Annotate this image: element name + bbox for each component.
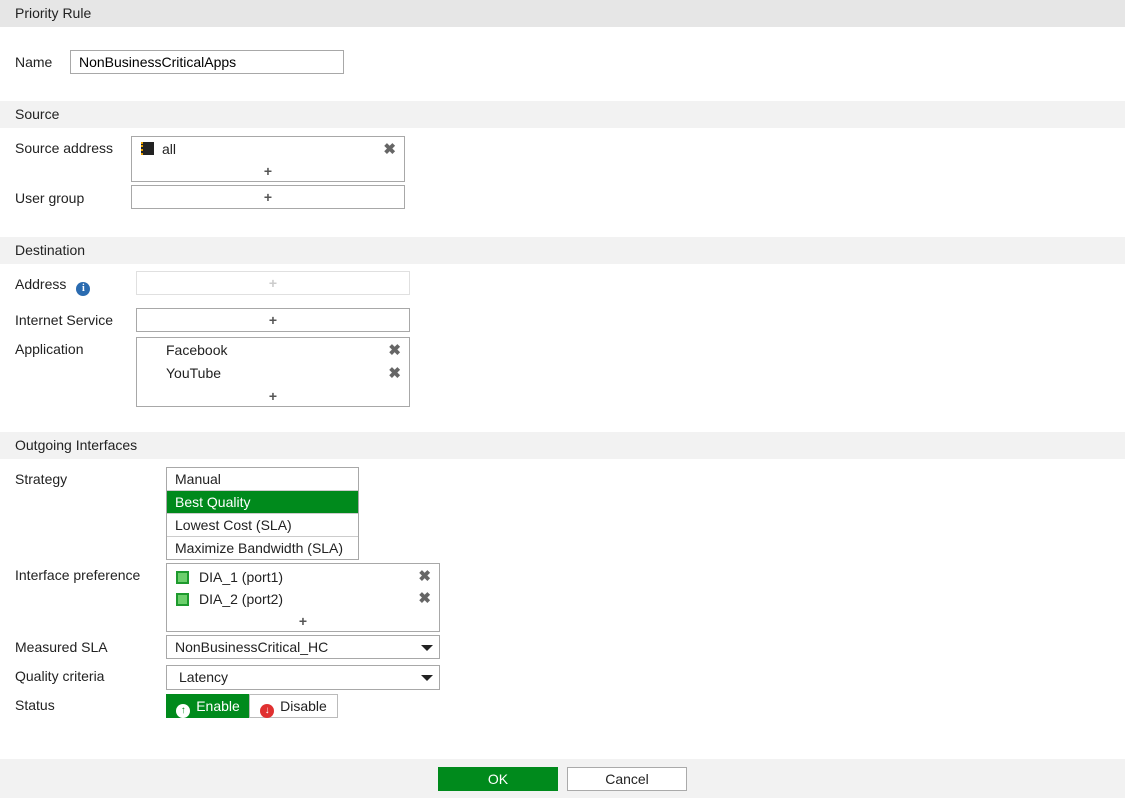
dialog-title: Priority Rule <box>0 0 1125 27</box>
remove-icon[interactable]: ✖ <box>388 364 401 382</box>
chevron-down-icon <box>421 645 433 651</box>
interface-preference-label: Interface preference <box>15 567 141 583</box>
remove-icon[interactable]: ✖ <box>418 567 431 585</box>
source-header: Source <box>0 101 1125 128</box>
address-label-text: Address <box>15 276 67 292</box>
enable-label: Enable <box>196 698 240 714</box>
user-group-field[interactable]: + <box>131 185 405 209</box>
status-label: Status <box>15 697 55 713</box>
strategy-label: Strategy <box>15 471 68 487</box>
source-address-label: Source address <box>15 140 114 156</box>
disable-button[interactable]: ↓ Disable <box>249 694 338 718</box>
address-label: Address i <box>15 275 96 296</box>
info-icon[interactable]: i <box>76 282 91 296</box>
strategy-option-maximize-bandwidth[interactable]: Maximize Bandwidth (SLA) <box>167 537 358 560</box>
internet-service-field[interactable]: + <box>136 308 410 332</box>
cancel-button[interactable]: Cancel <box>567 767 687 791</box>
add-icon[interactable]: + <box>167 614 439 628</box>
add-icon[interactable]: + <box>137 313 409 327</box>
interface-preference-field[interactable]: DIA_1 (port1) ✖ DIA_2 (port2) ✖ + <box>166 563 440 632</box>
disable-label: Disable <box>280 698 327 714</box>
chevron-down-icon <box>421 675 433 681</box>
strategy-option-manual[interactable]: Manual <box>167 468 358 491</box>
interface-item-label: DIA_1 (port1) <box>199 569 284 585</box>
quality-criteria-label: Quality criteria <box>15 668 105 684</box>
strategy-option-lowest-cost[interactable]: Lowest Cost (SLA) <box>167 514 358 537</box>
remove-icon[interactable]: ✖ <box>388 341 401 359</box>
application-label: Application <box>15 341 84 357</box>
name-label: Name <box>15 54 53 70</box>
port-icon <box>176 571 189 584</box>
port-icon <box>176 593 189 606</box>
application-item: YouTube <box>166 365 222 381</box>
interface-item: DIA_1 (port1) <box>176 568 283 586</box>
footer-bar <box>0 759 1125 798</box>
arrow-down-icon: ↓ <box>260 704 275 718</box>
internet-service-label: Internet Service <box>15 312 114 328</box>
remove-icon[interactable]: ✖ <box>383 140 396 158</box>
arrow-up-icon: ↑ <box>176 704 191 718</box>
measured-sla-select[interactable]: NonBusinessCritical_HC <box>166 635 440 659</box>
address-item: all <box>141 140 176 158</box>
quality-criteria-select[interactable]: Latency <box>166 665 440 690</box>
destination-header: Destination <box>0 237 1125 264</box>
address-book-icon <box>141 142 154 155</box>
strategy-list[interactable]: Manual Best Quality Lowest Cost (SLA) Ma… <box>166 467 359 560</box>
quality-criteria-value: Latency <box>179 669 229 685</box>
measured-sla-value: NonBusinessCritical_HC <box>175 639 329 655</box>
user-group-label: User group <box>15 190 85 206</box>
add-icon[interactable]: + <box>137 389 409 403</box>
remove-icon[interactable]: ✖ <box>418 589 431 607</box>
enable-button[interactable]: ↑ Enable <box>166 694 250 718</box>
outgoing-header: Outgoing Interfaces <box>0 432 1125 459</box>
address-field: + <box>136 271 410 295</box>
name-input[interactable] <box>70 50 344 74</box>
add-icon[interactable]: + <box>132 190 404 204</box>
interface-item: DIA_2 (port2) <box>176 590 283 608</box>
address-item-label: all <box>162 141 177 157</box>
measured-sla-label: Measured SLA <box>15 639 108 655</box>
application-item: Facebook <box>166 342 228 358</box>
ok-button[interactable]: OK <box>438 767 558 791</box>
strategy-option-best-quality[interactable]: Best Quality <box>167 491 358 514</box>
add-icon: + <box>268 275 278 291</box>
interface-item-label: DIA_2 (port2) <box>199 591 284 607</box>
add-icon[interactable]: + <box>132 164 404 178</box>
source-address-field[interactable]: all ✖ + <box>131 136 405 182</box>
application-field[interactable]: Facebook ✖ YouTube ✖ + <box>136 337 410 407</box>
